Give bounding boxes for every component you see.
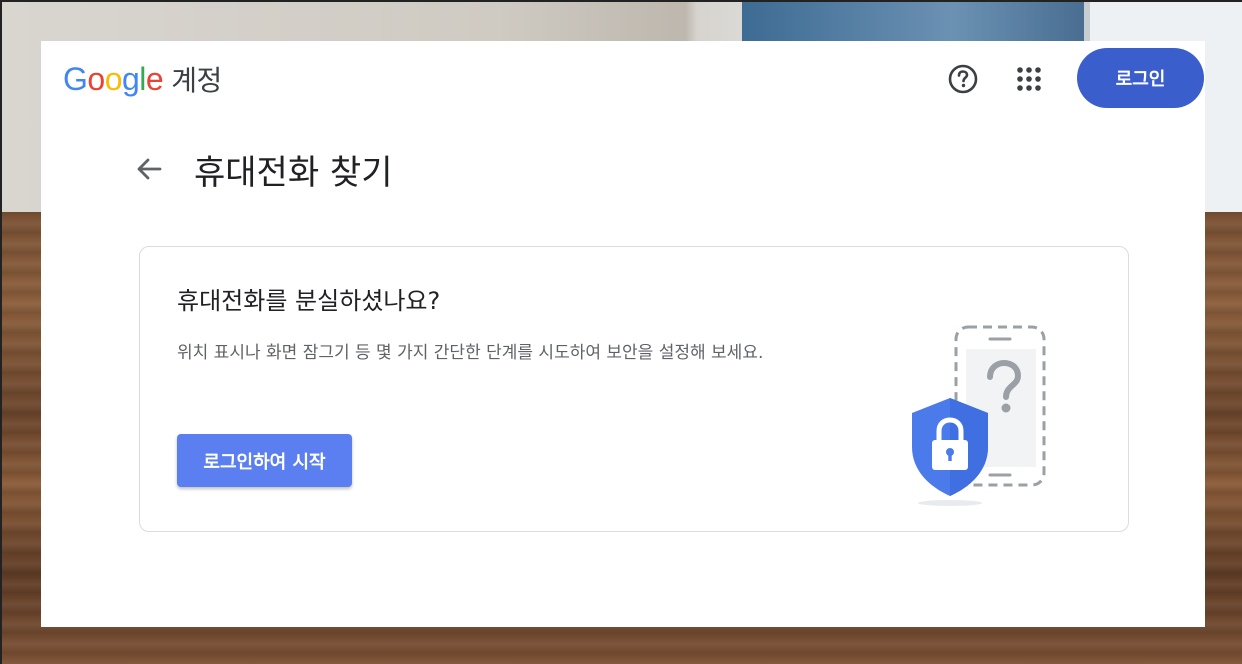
google-apps-button[interactable] xyxy=(1011,61,1047,97)
product-name: 계정 xyxy=(171,64,222,97)
logo-letter: G xyxy=(63,61,88,97)
signin-start-button[interactable]: 로그인하여 시작 xyxy=(177,434,352,487)
logo-letter: e xyxy=(145,61,164,97)
card-title: 휴대전화를 분실하셨나요? xyxy=(177,287,441,315)
logo-letter: o xyxy=(104,61,123,97)
logo-letter: g xyxy=(121,61,140,97)
card-description: 위치 표시나 화면 잠그기 등 몇 가지 간단한 단계를 시도하여 보안을 설정… xyxy=(177,343,764,363)
help-circle-icon xyxy=(948,64,978,94)
page-title: 휴대전화 찾기 xyxy=(194,153,393,193)
logo-letter: o xyxy=(87,61,105,97)
phone-shield-lock-icon xyxy=(912,325,1046,506)
browser-page: G o o g l e 계정 로그인 휴대전화 찾기 휴대전화를 분실하셨나요?… xyxy=(41,41,1205,627)
back-button[interactable] xyxy=(133,149,165,189)
google-account-logo[interactable]: G o o g l e 계정 xyxy=(63,59,222,99)
apps-grid-icon xyxy=(1017,67,1041,91)
find-phone-card: 휴대전화를 분실하셨나요? 위치 표시나 화면 잠그기 등 몇 가지 간단한 단… xyxy=(139,246,1129,532)
signin-button[interactable]: 로그인 xyxy=(1077,48,1204,108)
top-app-bar: G o o g l e 계정 로그인 xyxy=(41,41,1205,121)
help-button[interactable] xyxy=(945,61,981,97)
arrow-back-icon xyxy=(137,158,162,180)
logo-letter: l xyxy=(139,61,146,97)
